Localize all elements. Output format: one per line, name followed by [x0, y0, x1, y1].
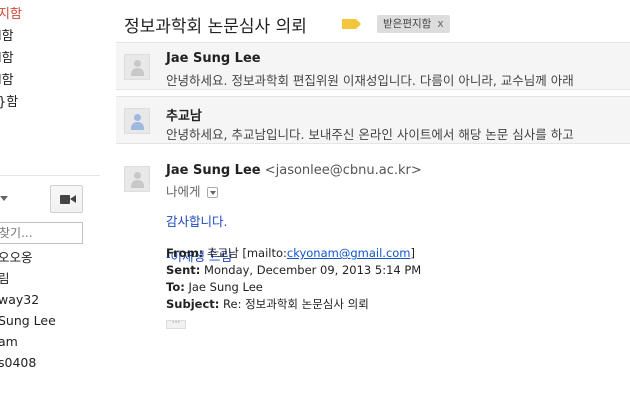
message-view: 정보과학회 논문심사 의뢰 받은편지함 x Jae Sung Lee 안녕하세요.… [116, 0, 630, 404]
collapsed-message[interactable]: Jae Sung Lee 안녕하세요. 정보과학회 편집위원 이재성입니다. 다… [116, 42, 630, 90]
quote-from-name: 추교남 [mailto: [206, 246, 287, 260]
quote-to-label: To: [166, 280, 185, 294]
sender-email: <jasonlee@cbnu.ac.kr> [264, 163, 422, 178]
video-camera-icon [60, 195, 70, 204]
folder-item[interactable]: }함 [0, 92, 22, 114]
quote-to-row: To: Jae Sung Lee [166, 279, 421, 296]
quoted-header: From: 추교남 [mailto:ckyonam@gmail.com] Sen… [166, 245, 421, 313]
avatar-body [131, 122, 144, 130]
folder-item[interactable]: l함 [0, 48, 22, 70]
sender-name[interactable]: Jae Sung Lee [166, 163, 261, 178]
left-sidebar: 지함 l함 l함 l함 }함 오오옹 림 way32 Sung Lee am s… [0, 0, 110, 404]
video-camera-lens [70, 195, 76, 203]
quote-from-label: From: [166, 246, 204, 260]
avatar-body [131, 68, 144, 76]
avatar-body [131, 180, 144, 188]
chat-contact[interactable]: 오오옹 [0, 247, 56, 268]
quote-subject-value: Re: 정보과학회 논문심사 의뢰 [223, 297, 369, 311]
quote-subject-row: Subject: Re: 정보과학회 논문심사 의뢰 [166, 296, 421, 313]
video-call-button[interactable] [50, 185, 83, 213]
folder-item-inbox[interactable]: 지함 [0, 4, 22, 26]
avatar [124, 54, 150, 80]
quote-from-close: ] [410, 246, 416, 260]
show-details-dropdown-icon[interactable] [206, 187, 218, 198]
sidebar-divider [0, 175, 100, 176]
chat-contact[interactable]: way32 [0, 289, 56, 310]
collapsed-message[interactable]: 추교남 안녕하세요, 추교남입니다. 보내주신 온라인 사이트에서 해당 논문 … [116, 96, 630, 144]
chat-contact-list: 오오옹 림 way32 Sung Lee am s0408 [0, 247, 56, 373]
quote-sent-row: Sent: Monday, December 09, 2013 5:14 PM [166, 262, 421, 279]
chat-contact[interactable]: am [0, 331, 56, 352]
chat-status-dropdown-icon[interactable] [0, 196, 8, 201]
quote-to-value: Jae Sung Lee [188, 280, 263, 294]
quote-subject-label: Subject: [166, 297, 220, 311]
message-sender: Jae Sung Lee [166, 51, 261, 66]
inbox-label-chip: 받은편지함 x [377, 15, 450, 33]
body-line: 감사합니다. [166, 214, 228, 229]
message-snippet: 안녕하세요, 추교남입니다. 보내주신 온라인 사이트에서 해당 논문 심사를 … [166, 127, 574, 142]
quote-sent-label: Sent: [166, 263, 201, 277]
label-name: 받은편지함 [383, 18, 432, 30]
chat-search-input[interactable] [0, 222, 83, 244]
avatar-head [134, 60, 141, 67]
important-marker-icon[interactable] [342, 19, 361, 29]
show-trimmed-content-button[interactable]: ··· [166, 319, 186, 329]
folder-item[interactable]: l함 [0, 70, 22, 92]
quote-sent-value: Monday, December 09, 2013 5:14 PM [204, 263, 422, 277]
chat-contact[interactable]: 림 [0, 268, 56, 289]
message-snippet: 안녕하세요. 정보과학회 편집위원 이재성입니다. 다름이 아니라, 교수님께 … [166, 73, 574, 88]
chat-contact[interactable]: s0408 [0, 352, 56, 373]
recipient-line: 나에게 [166, 181, 218, 200]
thread-messages: Jae Sung Lee 안녕하세요. 정보과학회 편집위원 이재성입니다. 다… [116, 42, 630, 390]
thread-subject: 정보과학회 논문심사 의뢰 [124, 17, 307, 37]
folder-item[interactable]: l함 [0, 26, 22, 48]
folder-list: 지함 l함 l함 l함 }함 [0, 4, 22, 114]
avatar-head [134, 114, 141, 121]
quote-from-email-link[interactable]: ckyonam@gmail.com [287, 246, 411, 260]
sender-line: Jae Sung Lee <jasonlee@cbnu.ac.kr> [166, 163, 422, 178]
avatar [124, 166, 150, 192]
recipient-label: 나에게 [166, 184, 201, 199]
avatar [124, 108, 150, 134]
quote-from-row: From: 추교남 [mailto:ckyonam@gmail.com] [166, 245, 421, 262]
avatar-head [134, 172, 141, 179]
chat-contact[interactable]: Sung Lee [0, 310, 56, 331]
message-sender: 추교남 [166, 109, 202, 124]
remove-label-icon[interactable]: x [437, 18, 443, 30]
